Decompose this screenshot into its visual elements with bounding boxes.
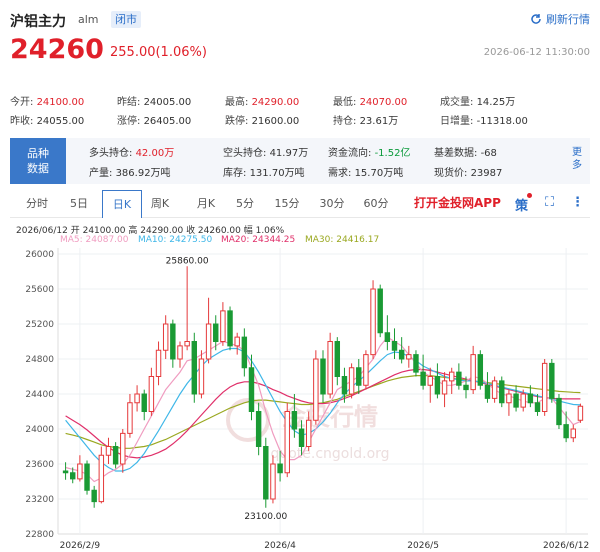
candle-body xyxy=(370,288,376,356)
y-tick-label: 24000 xyxy=(25,425,54,435)
candle-body xyxy=(527,393,534,404)
candle-body xyxy=(91,489,97,503)
candle-body xyxy=(127,402,133,434)
candle-body xyxy=(284,411,290,474)
candle-body xyxy=(220,310,226,342)
candle-body xyxy=(413,354,419,373)
candle-body xyxy=(377,288,383,334)
candle-body xyxy=(577,405,584,421)
candle-body xyxy=(255,411,262,447)
candle-body xyxy=(205,323,212,360)
candle-body xyxy=(70,472,76,480)
candle-body xyxy=(98,454,105,503)
candle-body xyxy=(520,393,526,408)
candle-body xyxy=(541,362,548,412)
candle-body xyxy=(327,341,333,395)
candle-body xyxy=(570,428,576,439)
candle-body xyxy=(77,463,83,480)
candle-body xyxy=(198,358,205,395)
candle-body xyxy=(456,371,462,386)
candle-body xyxy=(263,446,269,500)
candle-body xyxy=(356,367,362,386)
extreme-annotation: 23100.00 xyxy=(244,512,287,522)
candle-body xyxy=(155,349,162,377)
candle-body xyxy=(120,432,126,465)
candle-body xyxy=(270,463,276,500)
candle-body xyxy=(191,341,198,395)
candle-body xyxy=(291,411,298,430)
candle-body xyxy=(549,362,555,399)
candle-body xyxy=(434,376,441,395)
candle-body xyxy=(384,332,391,342)
candle-body xyxy=(234,336,240,347)
candle-body xyxy=(248,367,255,412)
candle-body xyxy=(563,424,569,439)
candle-body xyxy=(241,336,248,369)
candle-body xyxy=(227,310,233,347)
candle-body xyxy=(348,367,355,395)
extreme-annotation: 25860.00 xyxy=(166,256,209,266)
candle-body xyxy=(484,384,491,399)
candle-body xyxy=(477,354,484,386)
candle-body xyxy=(499,380,505,404)
x-tick-label: 2026/2/9 xyxy=(60,541,101,551)
y-tick-label: 22800 xyxy=(25,530,54,540)
candle-body xyxy=(420,371,426,386)
candle-body xyxy=(334,341,341,377)
x-tick-label: 2026/6/12 xyxy=(543,541,589,551)
candle-body xyxy=(341,376,348,395)
y-tick-label: 23600 xyxy=(25,460,54,470)
candle-body xyxy=(441,380,448,395)
candle-body xyxy=(391,341,398,351)
y-tick-label: 23200 xyxy=(25,495,54,505)
candle-body xyxy=(448,371,455,382)
candle-body xyxy=(148,376,155,412)
kline-chart[interactable]: 26000 25600 25200 24800 24400 24000 23600 23200… xyxy=(0,0,600,552)
candle-body xyxy=(363,354,369,386)
candle-body xyxy=(513,393,519,408)
candle-body xyxy=(134,393,140,404)
candle-body xyxy=(534,402,541,412)
candle-body xyxy=(141,393,147,412)
candle-body xyxy=(112,446,119,465)
candle-body xyxy=(556,397,562,426)
candle-body xyxy=(491,380,498,399)
candle-body xyxy=(84,463,90,491)
candle-body xyxy=(170,323,176,360)
y-tick-label: 24400 xyxy=(25,390,54,400)
candle-body xyxy=(177,345,183,360)
candle-body xyxy=(305,419,312,447)
candle-body xyxy=(162,323,169,351)
y-tick-label: 25600 xyxy=(25,285,54,295)
candle-body xyxy=(463,384,469,391)
candle-body xyxy=(105,446,112,456)
x-tick-label: 2026/4 xyxy=(264,541,296,551)
candle-body xyxy=(398,349,405,360)
candle-body xyxy=(427,376,433,386)
candle-body xyxy=(470,354,476,391)
candle-body xyxy=(184,341,190,347)
candle-body xyxy=(298,428,305,447)
x-tick-label: 2026/5 xyxy=(407,541,439,551)
candle-body xyxy=(213,323,219,342)
candle-body xyxy=(406,354,412,360)
candle-body xyxy=(62,470,69,474)
y-tick-label: 26000 xyxy=(25,250,54,260)
candle-body xyxy=(277,463,283,474)
y-tick-label: 24800 xyxy=(25,355,54,365)
y-tick-label: 25200 xyxy=(25,320,54,330)
candle-body xyxy=(506,393,512,404)
candle-body xyxy=(313,358,319,421)
candle-body xyxy=(320,358,326,395)
